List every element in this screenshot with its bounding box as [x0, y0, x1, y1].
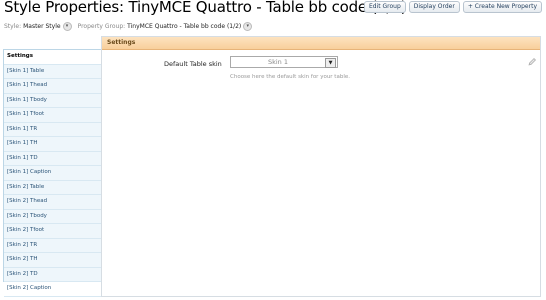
chevron-down-icon[interactable]: ▼ [325, 58, 336, 68]
panel-heading: Settings [102, 37, 540, 50]
sidebar-item-skin1-caption[interactable]: [Skin 1] Caption [4, 166, 102, 181]
sidebar-item-skin2-tfoot[interactable]: [Skin 2] Tfoot [4, 224, 102, 239]
breadcrumb: Style: Master Style ▾ Property Group: Ti… [4, 22, 258, 31]
sidebar-item-skin2-table[interactable]: [Skin 2] Table [4, 181, 102, 195]
sidebar-item-skin1-thead[interactable]: [Skin 1] Thead [4, 79, 102, 94]
default-skin-value: Skin 1 [267, 58, 289, 66]
default-skin-label: Default Table skin [164, 60, 222, 68]
sidebar-item-skin2-td[interactable]: [Skin 2] TD [4, 268, 102, 282]
property-group-label: Property Group: [77, 23, 126, 30]
page-title: Style Properties: TinyMCE Quattro - Tabl… [4, 0, 407, 16]
sidebar-item-settings[interactable]: Settings [4, 50, 102, 65]
sidebar-item-skin1-tr[interactable]: [Skin 1] TR [4, 123, 102, 137]
style-selector[interactable]: Master Style [23, 23, 60, 30]
sidebar-item-skin1-tbody[interactable]: [Skin 1] Tbody [4, 94, 102, 108]
sidebar-item-skin1-table[interactable]: [Skin 1] Table [4, 65, 102, 79]
sidebar-item-skin1-tfoot[interactable]: [Skin 1] Tfoot [4, 108, 102, 123]
sidebar-item-skin1-td[interactable]: [Skin 1] TD [4, 152, 102, 166]
sidebar-item-skin2-caption[interactable]: [Skin 2] Caption [4, 282, 102, 297]
chevron-down-icon[interactable]: ▾ [243, 22, 253, 31]
header-actions: Edit Group Display Order + Create New Pr… [363, 1, 542, 13]
sidebar-item-skin2-thead[interactable]: [Skin 2] Thead [4, 195, 102, 210]
field-hint: Choose here the default skin for your ta… [230, 74, 350, 80]
edit-group-button[interactable]: Edit Group [363, 1, 406, 13]
property-group-selector[interactable]: TinyMCE Quattro - Table bb code (1/2) [127, 23, 241, 30]
sidebar-item-skin2-th[interactable]: [Skin 2] TH [4, 253, 102, 268]
sidebar-item-skin2-tbody[interactable]: [Skin 2] Tbody [4, 210, 102, 224]
sidebar-item-skin1-th[interactable]: [Skin 1] TH [4, 137, 102, 152]
display-order-button[interactable]: Display Order [408, 1, 460, 13]
pencil-icon[interactable] [527, 57, 537, 67]
create-property-button[interactable]: + Create New Property [462, 1, 542, 13]
sidebar-item-skin2-tr[interactable]: [Skin 2] TR [4, 239, 102, 253]
style-label: Style: [4, 23, 22, 30]
sidebar: Settings [Skin 1] Table [Skin 1] Thead [… [3, 49, 103, 297]
chevron-down-icon[interactable]: ▾ [62, 22, 72, 31]
settings-panel: Settings Default Table skin Skin 1 ▼ Cho… [101, 36, 541, 297]
default-skin-select[interactable]: Skin 1 ▼ [230, 56, 338, 68]
